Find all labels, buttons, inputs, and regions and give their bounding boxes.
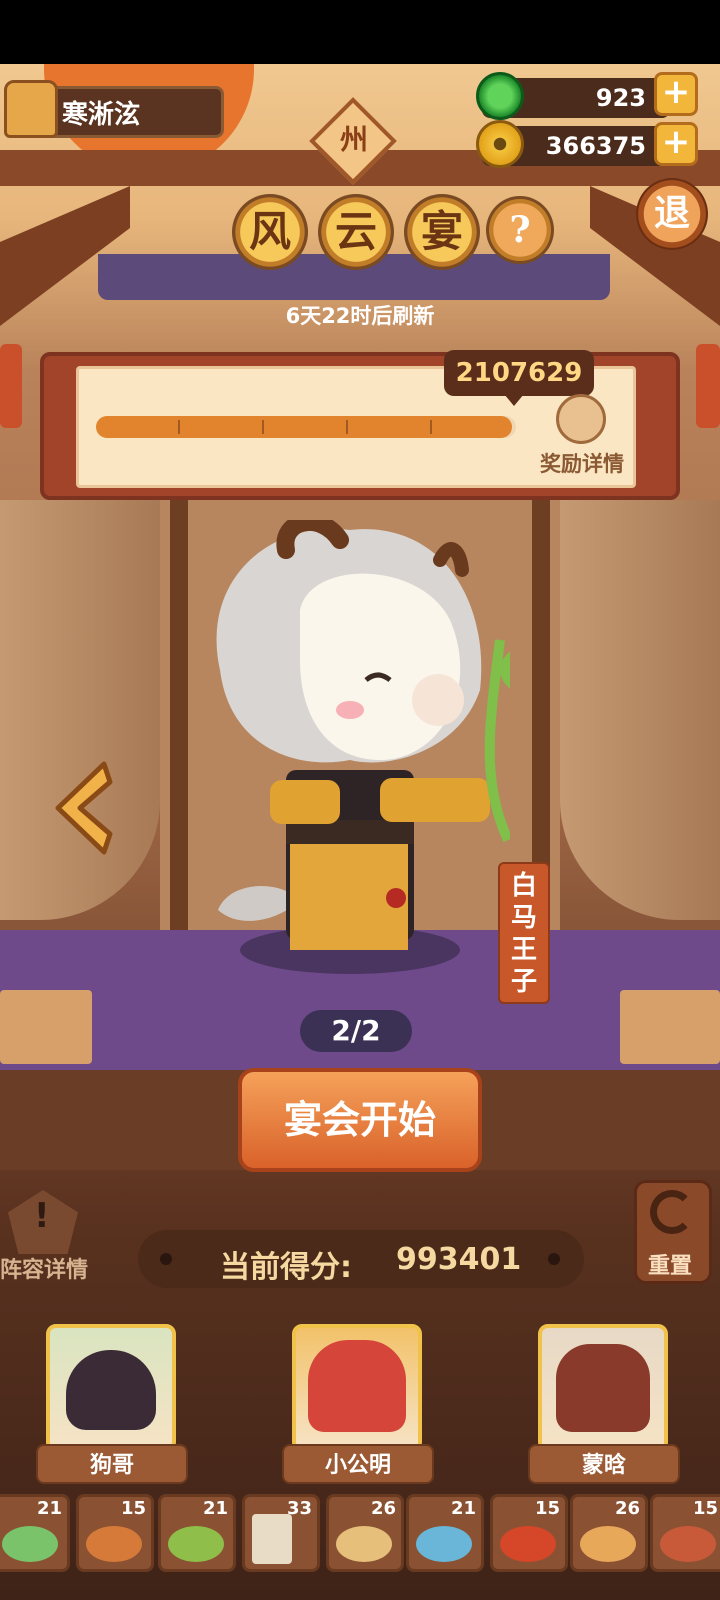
- current-score-label: 当前得分:: [220, 1250, 352, 1285]
- progress-tick: [178, 420, 180, 434]
- refresh-icon: [650, 1190, 694, 1234]
- refresh-timer: 6天22时后刷新: [285, 304, 435, 328]
- dish-count: 21: [450, 1498, 476, 1519]
- dish-count: 15: [120, 1498, 146, 1519]
- dish-count: 21: [36, 1498, 62, 1519]
- jade-add-button[interactable]: +: [654, 72, 698, 116]
- dish-count: 21: [202, 1498, 228, 1519]
- hero-face: [308, 1340, 406, 1432]
- fish-dish-icon: [168, 1526, 224, 1562]
- stage-bench-right: [620, 990, 720, 1064]
- dish-count: 26: [614, 1498, 640, 1519]
- reset-label: 重置: [648, 1254, 693, 1279]
- curtain-right: [560, 500, 720, 920]
- blue-tower-cake-icon: [416, 1526, 472, 1562]
- lineup-details-label: 阵容详情: [0, 1258, 89, 1283]
- character-page-indicator: 2/2: [300, 1010, 412, 1052]
- green-cake-icon: [2, 1526, 58, 1562]
- pillar-left: [170, 500, 188, 930]
- platter-icon: [580, 1526, 636, 1562]
- current-score-value: 993401: [396, 1242, 522, 1277]
- hero-face: [556, 1344, 650, 1432]
- gift-icon[interactable]: [556, 394, 606, 444]
- score-bar-dot: [548, 1253, 560, 1265]
- dish-count: 15: [692, 1498, 718, 1519]
- reward-details-button[interactable]: 奖励详情: [540, 448, 624, 478]
- lantern-right: [696, 344, 720, 428]
- retreat-button[interactable]: 退: [636, 178, 708, 250]
- progress-tick: [262, 420, 264, 434]
- title-char-feng: 风: [232, 194, 308, 270]
- hero-face: [66, 1350, 156, 1430]
- character-name: 白马王子: [510, 871, 537, 997]
- jade-coin-icon: [476, 72, 524, 120]
- target-score-tooltip: 2107629: [444, 350, 594, 396]
- feast-start-button[interactable]: 宴会开始: [238, 1068, 482, 1172]
- region-badge-label: 州: [339, 123, 368, 156]
- help-button[interactable]: ?: [486, 196, 554, 264]
- dish-count: 15: [534, 1498, 560, 1519]
- jade-value: 923: [595, 84, 646, 112]
- score-bar-dot: [160, 1253, 172, 1265]
- exclamation-icon: !: [34, 1196, 50, 1236]
- dish-count: 33: [286, 1498, 312, 1519]
- dish-count: 26: [370, 1498, 396, 1519]
- gold-value: 366375: [545, 132, 646, 160]
- gold-add-button[interactable]: +: [654, 122, 698, 166]
- copper-coin-icon: [476, 120, 524, 168]
- tooltip-pointer: [504, 394, 524, 406]
- previous-character-arrow-icon[interactable]: [44, 758, 114, 858]
- hero-name-label: 小公明: [282, 1444, 434, 1484]
- red-soup-icon: [500, 1526, 556, 1562]
- character-sprite: [216, 520, 510, 974]
- stew-pot-icon: [86, 1526, 142, 1562]
- lantern-left: [0, 344, 22, 428]
- title-char-yun: 云: [318, 194, 394, 270]
- stage-bench-left: [0, 990, 92, 1064]
- hero-name-label: 狗哥: [36, 1444, 188, 1484]
- scroll-recipe-icon: [252, 1514, 292, 1564]
- player-name: 寒淅泫: [62, 100, 141, 130]
- pastry-plate-icon: [336, 1526, 392, 1562]
- progress-tick: [430, 420, 432, 434]
- progress-tick: [346, 420, 348, 434]
- title-char-yan: 宴: [404, 194, 480, 270]
- hotpot-icon: [660, 1526, 716, 1562]
- hero-name-label: 蒙晗: [528, 1444, 680, 1484]
- player-avatar-icon[interactable]: [4, 80, 58, 138]
- progress-fill: [96, 416, 512, 438]
